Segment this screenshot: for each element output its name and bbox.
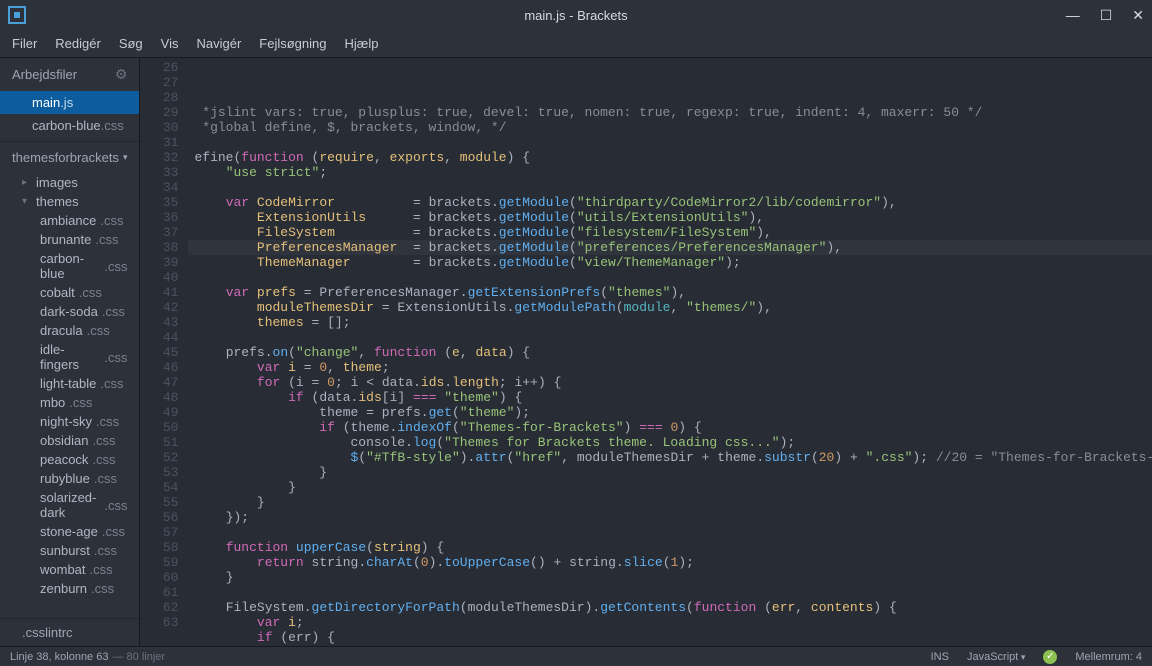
- file-peacock[interactable]: peacock.css: [0, 450, 139, 469]
- menubar: Filer Redigér Søg Vis Navigér Fejlsøgning Hjæl…: [0, 30, 1152, 58]
- close-icon[interactable]: ✕: [1132, 7, 1144, 24]
- project-header[interactable]: themesforbrackets ▾: [0, 141, 139, 173]
- file-sunburst[interactable]: sunburst.css: [0, 541, 139, 560]
- menu-navigér[interactable]: Navigér: [196, 36, 241, 51]
- file-dark-soda[interactable]: dark-soda.css: [0, 302, 139, 321]
- file-rubyblue[interactable]: rubyblue.css: [0, 469, 139, 488]
- menu-søg[interactable]: Søg: [119, 36, 143, 51]
- minimize-icon[interactable]: —: [1066, 7, 1080, 24]
- file-solarized-dark[interactable]: solarized-dark.css: [0, 488, 139, 522]
- file-light-table[interactable]: light-table.css: [0, 374, 139, 393]
- statusbar: Linje 38, kolonne 63 — 80 linjer INS Jav…: [0, 646, 1152, 666]
- chevron-down-icon: ▾: [123, 152, 128, 163]
- working-files-header: Arbejdsfiler ⚙: [0, 58, 139, 91]
- insert-mode[interactable]: INS: [931, 651, 949, 663]
- working-file-main[interactable]: main.js: [0, 91, 139, 114]
- file-tree: ▸images▾themesambiance.cssbrunante.cssca…: [0, 173, 139, 618]
- app-logo-icon: [8, 6, 26, 24]
- file-carbon-blue[interactable]: carbon-blue.css: [0, 249, 139, 283]
- indent-selector[interactable]: Mellemrum: 4: [1075, 651, 1142, 663]
- sidebar: Arbejdsfiler ⚙ main.jscarbon-blue.css th…: [0, 58, 140, 646]
- menu-vis[interactable]: Vis: [161, 36, 179, 51]
- file-idle-fingers[interactable]: idle-fingers.css: [0, 340, 139, 374]
- sidebar-footer-file[interactable]: .csslintrc: [0, 618, 139, 646]
- menu-filer[interactable]: Filer: [12, 36, 37, 51]
- folder-images[interactable]: ▸images: [0, 173, 139, 192]
- file-ambiance[interactable]: ambiance.css: [0, 211, 139, 230]
- working-files-label: Arbejdsfiler: [12, 67, 77, 82]
- line-count: — 80 linjer: [112, 651, 165, 663]
- menu-fejlsøgning[interactable]: Fejlsøgning: [259, 36, 326, 51]
- file-wombat[interactable]: wombat.css: [0, 560, 139, 579]
- status-ok-icon[interactable]: ✓: [1043, 650, 1057, 664]
- gear-icon[interactable]: ⚙: [115, 66, 128, 83]
- gutter: 26 27 28 29 30 31 32 33 34 35 36 37 38 3…: [140, 58, 188, 646]
- code-area[interactable]: *jslint vars: true, plusplus: true, deve…: [188, 58, 1152, 646]
- file-dracula[interactable]: dracula.css: [0, 321, 139, 340]
- caret-icon: ▸: [22, 177, 32, 188]
- menu-redigér[interactable]: Redigér: [55, 36, 101, 51]
- caret-icon: ▾: [22, 196, 32, 207]
- titlebar: main.js - Brackets — ☐ ✕: [0, 0, 1152, 30]
- file-cobalt[interactable]: cobalt.css: [0, 283, 139, 302]
- working-file-carbon-blue[interactable]: carbon-blue.css: [0, 114, 139, 137]
- folder-themes[interactable]: ▾themes: [0, 192, 139, 211]
- project-name: themesforbrackets: [12, 150, 119, 165]
- language-selector[interactable]: JavaScript: [967, 651, 1025, 663]
- file-obsidian[interactable]: obsidian.css: [0, 431, 139, 450]
- code-editor[interactable]: 26 27 28 29 30 31 32 33 34 35 36 37 38 3…: [140, 58, 1152, 646]
- file-mbo[interactable]: mbo.css: [0, 393, 139, 412]
- file-night-sky[interactable]: night-sky.css: [0, 412, 139, 431]
- file-brunante[interactable]: brunante.css: [0, 230, 139, 249]
- file-zenburn[interactable]: zenburn.css: [0, 579, 139, 598]
- cursor-position[interactable]: Linje 38, kolonne 63: [10, 651, 108, 663]
- file-stone-age[interactable]: stone-age.css: [0, 522, 139, 541]
- menu-hjælp[interactable]: Hjælp: [344, 36, 378, 51]
- maximize-icon[interactable]: ☐: [1100, 7, 1113, 24]
- window-title: main.js - Brackets: [524, 8, 627, 23]
